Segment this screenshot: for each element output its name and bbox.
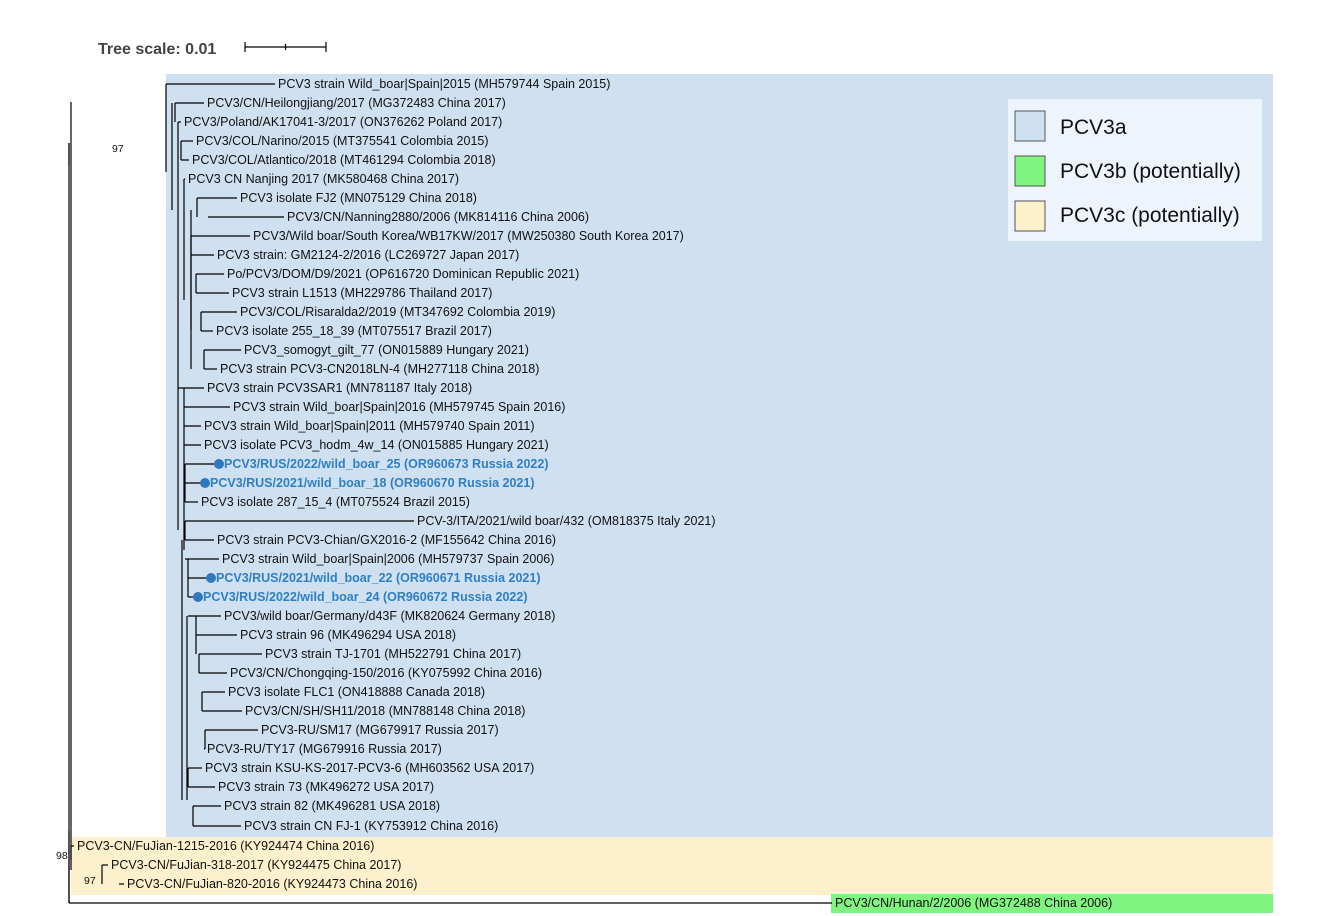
leaf-label: PCV3 strain Wild_boar|Spain|2006 (MH5797…	[222, 552, 554, 566]
leaf-label: PCV-3/ITA/2021/wild boar/432 (OM818375 I…	[417, 514, 716, 528]
legend-swatch-pcv3b	[1014, 155, 1046, 187]
leaf-label: PCV3-CN/FuJian-820-2016 (KY924473 China …	[127, 877, 417, 891]
leaf-label: PCV3/Wild boar/South Korea/WB17KW/2017 (…	[253, 229, 684, 243]
leaf-label: PCV3/Poland/AK17041-3/2017 (ON376262 Pol…	[184, 115, 502, 129]
leaf-label: PCV3 strain KSU-KS-2017-PCV3-6 (MH603562…	[205, 761, 534, 775]
sample-marker-dot	[193, 592, 203, 602]
leaf-label: PCV3 isolate PCV3_hodm_4w_14 (ON015885 H…	[204, 438, 549, 452]
tree-scale-label: Tree scale: 0.01	[98, 41, 216, 58]
leaf-label: PCV3 strain TJ-1701 (MH522791 China 2017…	[265, 647, 521, 661]
leaf-label: PCV3/CN/SH/SH11/2018 (MN788148 China 201…	[245, 704, 525, 718]
leaf-label: PCV3 strain Wild_boar|Spain|2015 (MH5797…	[278, 77, 610, 91]
clade-legend: PCV3a PCV3b (potentially) PCV3c (potenti…	[1008, 99, 1262, 241]
leaf-label: PCV3 isolate FLC1 (ON418888 Canada 2018)	[228, 685, 485, 699]
leaf-label: PCV3 isolate FJ2 (MN075129 China 2018)	[240, 191, 477, 205]
leaf-label: PCV3 strain 82 (MK496281 USA 2018)	[224, 799, 440, 813]
leaf-label: PCV3 strain PCV3SAR1 (MN781187 Italy 201…	[207, 381, 472, 395]
leaf-label: PCV3/CN/Heilongjiang/2017 (MG372483 Chin…	[207, 96, 506, 110]
leaf-label: PCV3 strain PCV3-CN2018LN-4 (MH277118 Ch…	[220, 362, 539, 376]
leaf-label: Po/PCV3/DOM/D9/2021 (OP616720 Dominican …	[227, 267, 579, 281]
sample-marker-dot	[206, 573, 216, 583]
legend-swatch-pcv3a	[1014, 110, 1046, 142]
leaf-label: PCV3/RUS/2021/wild_boar_18 (OR960670 Rus…	[210, 476, 534, 490]
sample-marker-dot	[200, 478, 210, 488]
leaf-label: PCV3/CN/Nanning2880/2006 (MK814116 China…	[287, 210, 589, 224]
tree-scale-bar	[244, 42, 327, 52]
leaf-label: PCV3 strain PCV3-Chian/GX2016-2 (MF15564…	[217, 533, 556, 547]
leaf-label: PCV3/CN/Hunan/2/2006 (MG372488 China 200…	[835, 896, 1112, 910]
leaf-label: PCV3-CN/FuJian-318-2017 (KY924475 China …	[111, 858, 401, 872]
leaf-label: PCV3/COL/Atlantico/2018 (MT461294 Colomb…	[192, 153, 496, 167]
leaf-label: PCV3 strain: GM2124-2/2016 (LC269727 Jap…	[217, 248, 519, 262]
leaf-label: PCV3/RUS/2022/wild_boar_24 (OR960672 Rus…	[203, 590, 527, 604]
leaf-label: PCV3 CN Nanjing 2017 (MK580468 China 201…	[188, 172, 459, 186]
phylogenetic-tree: Tree scale: 0.01 97 98 97 PCV3 strain Wi…	[56, 41, 1273, 913]
leaf-label: PCV3 isolate 287_15_4 (MT075524 Brazil 2…	[201, 495, 470, 509]
leaf-label: PCV3/COL/Narino/2015 (MT375541 Colombia …	[196, 134, 489, 148]
legend-swatch-pcv3c	[1014, 200, 1046, 232]
leaf-label: PCV3/COL/Risaralda2/2019 (MT347692 Colom…	[240, 305, 555, 319]
leaf-label: PCV3_somogyt_gilt_77 (ON015889 Hungary 2…	[244, 343, 529, 357]
leaf-label: PCV3 strain 73 (MK496272 USA 2017)	[218, 780, 434, 794]
leaf-label: PCV3/RUS/2021/wild_boar_22 (OR960671 Rus…	[216, 571, 540, 585]
leaf-label: PCV3/RUS/2022/wild_boar_25 (OR960673 Rus…	[224, 457, 548, 471]
legend-label-pcv3b: PCV3b (potentially)	[1060, 160, 1241, 183]
bootstrap-value: 98	[56, 850, 68, 862]
leaf-label: PCV3-RU/TY17 (MG679916 Russia 2017)	[207, 742, 442, 756]
bootstrap-value: 97	[112, 143, 124, 155]
legend-label-pcv3c: PCV3c (potentially)	[1060, 204, 1240, 227]
leaf-label: PCV3-RU/SM17 (MG679917 Russia 2017)	[261, 723, 499, 737]
legend-label-pcv3a: PCV3a	[1060, 116, 1127, 139]
leaf-label: PCV3 strain Wild_boar|Spain|2016 (MH5797…	[233, 400, 565, 414]
leaf-label: PCV3/wild boar/Germany/d43F (MK820624 Ge…	[224, 609, 555, 623]
leaf-label: PCV3/CN/Chongqing-150/2016 (KY075992 Chi…	[230, 666, 542, 680]
leaf-label: PCV3 strain 96 (MK496294 USA 2018)	[240, 628, 456, 642]
leaf-label: PCV3 isolate 255_18_39 (MT075517 Brazil …	[216, 324, 492, 338]
leaf-label: PCV3 strain CN FJ-1 (KY753912 China 2016…	[244, 819, 498, 833]
leaf-label: PCV3-CN/FuJian-1215-2016 (KY924474 China…	[77, 839, 374, 853]
bootstrap-value: 97	[84, 875, 96, 887]
leaf-label: PCV3 strain Wild_boar|Spain|2011 (MH5797…	[204, 419, 535, 433]
leaf-label: PCV3 strain L1513 (MH229786 Thailand 201…	[232, 286, 492, 300]
sample-marker-dot	[214, 459, 224, 469]
